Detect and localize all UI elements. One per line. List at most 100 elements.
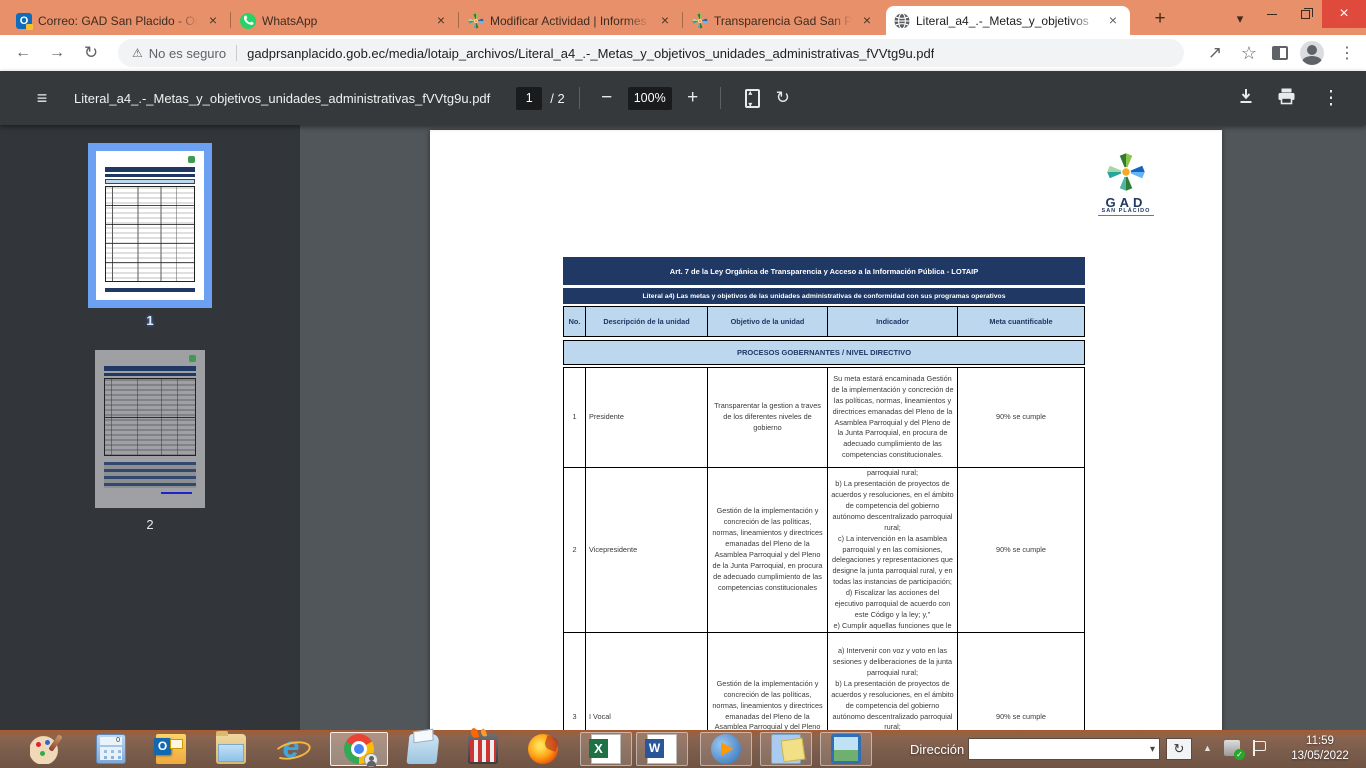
- reload-icon[interactable]: ↻: [78, 40, 104, 66]
- tab-close-icon[interactable]: ×: [656, 12, 674, 30]
- desktop-screen: O Correo: GAD San Placido - Out × WhatsA…: [0, 0, 1366, 768]
- address-toolbar-input[interactable]: ▾: [968, 738, 1160, 760]
- taskbar-photo-viewer-icon[interactable]: [760, 732, 812, 766]
- tab-close-icon[interactable]: ×: [1104, 12, 1122, 30]
- pdf-filename: Literal_a4_.-_Metas_y_objetivos_unidades…: [74, 91, 490, 106]
- browser-menu-kebab-icon[interactable]: ⋮: [1336, 43, 1358, 63]
- taskbar-disc-burner-icon[interactable]: [460, 732, 506, 766]
- chrome-profile-badge: [364, 753, 378, 767]
- table-header-row: No. Descripción de la unidad Objetivo de…: [563, 306, 1085, 337]
- cell-unidad: Vicepresidente: [586, 467, 708, 633]
- thumbnail-sidebar: 1 2: [0, 125, 300, 730]
- outlook-favicon: O: [16, 13, 32, 29]
- cell-objetivo: Gestión de la implementación y concreció…: [708, 632, 828, 730]
- pdf-viewer-toolbar: ≡ Literal_a4_.-_Metas_y_objetivos_unidad…: [0, 71, 1366, 125]
- minimize-icon: [1267, 14, 1277, 15]
- toolbar-divider: [720, 87, 721, 109]
- tab-literal-a4-pdf[interactable]: Literal_a4_.-_Metas_y_objetivos ×: [886, 6, 1130, 35]
- window-restore-button[interactable]: [1288, 0, 1322, 28]
- taskbar-paint-icon[interactable]: [22, 732, 68, 766]
- forward-icon[interactable]: →: [44, 40, 70, 66]
- gad-favicon: [468, 13, 484, 29]
- taskbar-file-explorer-icon[interactable]: [208, 732, 254, 766]
- page-1-thumbnail-preview: [96, 151, 204, 300]
- bookmark-star-icon[interactable]: ☆: [1238, 43, 1260, 64]
- pdf-page-1: GAD SAN PLÁCIDO Art. 7 de la Ley Orgánic…: [430, 130, 1222, 730]
- windows-taskbar: e Dirección ▾ ↻ ▲ 11:59 13/05/2022: [0, 730, 1366, 768]
- taskbar-outlook-icon[interactable]: [148, 732, 194, 766]
- col-header-indicador: Indicador: [828, 306, 958, 337]
- page-2-number[interactable]: 2: [88, 517, 212, 532]
- page-number-input[interactable]: 1: [516, 87, 542, 110]
- security-label[interactable]: No es seguro: [149, 46, 226, 61]
- taskbar-fax-scanner-icon[interactable]: [400, 732, 446, 766]
- pdf-menu-hamburger-icon[interactable]: ≡: [30, 88, 54, 109]
- tab-whatsapp[interactable]: WhatsApp ×: [232, 6, 458, 35]
- taskbar-calculator-icon[interactable]: [88, 732, 134, 766]
- tab-close-icon[interactable]: ×: [432, 12, 450, 30]
- gad-pinwheel-icon: [1106, 152, 1146, 192]
- side-panel-icon[interactable]: [1272, 46, 1288, 60]
- page-2-thumbnail[interactable]: [95, 350, 205, 508]
- window-close-button[interactable]: ×: [1322, 0, 1366, 28]
- print-icon[interactable]: [1277, 87, 1296, 110]
- tray-usb-eject-icon[interactable]: [1224, 740, 1240, 756]
- taskbar-word-icon[interactable]: [636, 732, 688, 766]
- omnibox-divider: [236, 45, 237, 61]
- clock-date: 13/05/2022: [1282, 749, 1358, 764]
- page-1-number[interactable]: 1: [88, 313, 212, 328]
- address-go-refresh-button[interactable]: ↻: [1166, 738, 1192, 760]
- table-title-row: Art. 7 de la Ley Orgánica de Transparenc…: [563, 257, 1085, 285]
- pdf-more-options-kebab-icon[interactable]: ⋮: [1318, 87, 1344, 110]
- cell-objetivo: Gestión de la implementación y concreció…: [708, 467, 828, 633]
- cell-no: 2: [563, 467, 586, 633]
- rotate-icon[interactable]: ↻: [770, 88, 796, 108]
- gad-favicon: [692, 13, 708, 29]
- back-icon[interactable]: ←: [10, 40, 36, 66]
- tray-show-hidden-icons[interactable]: ▲: [1203, 743, 1212, 753]
- taskbar-excel-icon[interactable]: [580, 732, 632, 766]
- page-url[interactable]: gadprsanplacido.gob.ec/media/lotaip_arch…: [247, 46, 934, 61]
- zoom-level-input[interactable]: 100%: [628, 87, 672, 110]
- address-dropdown-chevron-icon[interactable]: ▾: [1150, 744, 1155, 755]
- cell-unidad: I Vocal: [586, 632, 708, 730]
- omnibox-url-field[interactable]: ⚠ No es seguro gadprsanplacido.gob.ec/me…: [118, 39, 1184, 67]
- fit-to-page-icon[interactable]: [745, 89, 760, 108]
- whatsapp-favicon: [240, 13, 256, 29]
- col-header-no: No.: [563, 306, 586, 337]
- address-bar: ← → ↻ ⚠ No es seguro gadprsanplacido.gob…: [0, 35, 1366, 71]
- profile-avatar[interactable]: [1300, 41, 1324, 65]
- tab-outlook-mail[interactable]: O Correo: GAD San Placido - Out ×: [8, 6, 230, 35]
- zoom-out-icon[interactable]: −: [594, 87, 620, 109]
- taskbar-clock[interactable]: 11:59 13/05/2022: [1282, 734, 1358, 764]
- new-tab-button[interactable]: +: [1146, 6, 1174, 34]
- globe-favicon: [894, 13, 910, 29]
- col-header-meta: Meta cuantificable: [958, 306, 1085, 337]
- address-toolbar-label: Dirección: [910, 730, 964, 768]
- table-subtitle-row: Literal a4) Las metas y objetivos de las…: [563, 288, 1085, 304]
- logo-text-gad: GAD: [1098, 197, 1154, 208]
- tab-modificar-actividad[interactable]: Modificar Actividad | Informes ×: [460, 6, 682, 35]
- window-minimize-button[interactable]: [1256, 0, 1288, 28]
- cell-no: 1: [563, 367, 586, 468]
- share-icon[interactable]: ↗: [1204, 43, 1226, 63]
- toolbar-divider: [579, 87, 580, 109]
- cell-no: 3: [563, 632, 586, 730]
- download-icon[interactable]: [1237, 87, 1255, 110]
- taskbar-snipping-tool-icon[interactable]: [820, 732, 872, 766]
- tab-search-chevron-icon[interactable]: ▾: [1226, 6, 1254, 34]
- cell-indicador: Su meta estará encaminada Gestión de la …: [828, 367, 958, 468]
- zoom-in-icon[interactable]: +: [680, 87, 706, 109]
- taskbar-firefox-icon[interactable]: [520, 732, 566, 766]
- page-total-label: / 2: [550, 91, 564, 106]
- tab-transparencia[interactable]: Transparencia Gad San Placido ×: [684, 6, 884, 35]
- tab-title: WhatsApp: [262, 14, 426, 28]
- col-header-objetivo: Objetivo de la unidad: [708, 306, 828, 337]
- tab-close-icon[interactable]: ×: [858, 12, 876, 30]
- taskbar-chrome-icon-active[interactable]: [330, 732, 388, 766]
- taskbar-internet-explorer-icon[interactable]: e: [268, 732, 314, 766]
- page-1-thumbnail[interactable]: [88, 143, 212, 308]
- tray-action-center-flag-icon[interactable]: [1252, 740, 1266, 756]
- tab-close-icon[interactable]: ×: [204, 12, 222, 30]
- taskbar-media-player-icon[interactable]: [700, 732, 752, 766]
